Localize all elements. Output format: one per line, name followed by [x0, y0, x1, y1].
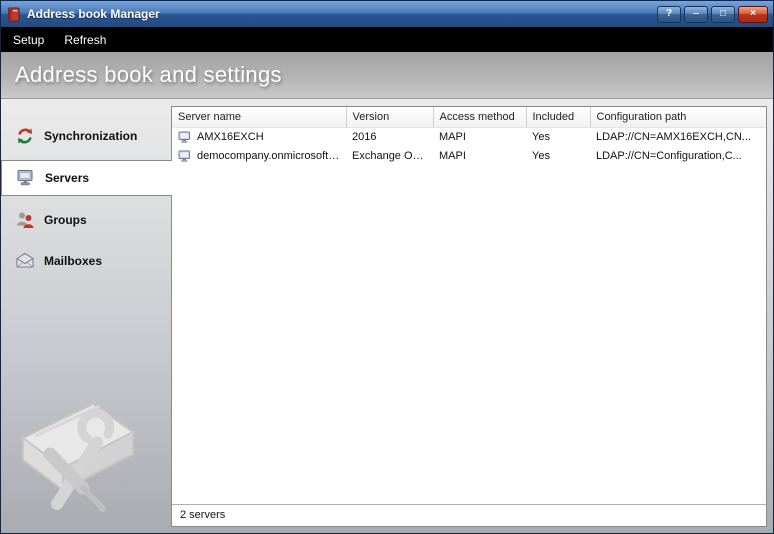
servers-table-wrap: Server name Version Access method Includ…: [172, 107, 766, 504]
content-panel: Server name Version Access method Includ…: [171, 106, 767, 527]
cell-access-method: MAPI: [439, 150, 466, 162]
servers-table: Server name Version Access method Includ…: [172, 107, 766, 166]
cell-included: Yes: [532, 131, 550, 144]
minimize-button[interactable]: –: [684, 5, 708, 23]
table-header-row: Server name Version Access method Includ…: [172, 107, 766, 128]
close-button[interactable]: ×: [738, 5, 768, 23]
sync-icon: [15, 126, 35, 146]
sidebar-item-synchronization[interactable]: Synchronization: [1, 119, 171, 153]
titlebar: Address book Manager ? – □ ×: [1, 1, 773, 27]
column-header-access-method[interactable]: Access method: [433, 107, 527, 128]
menubar: Setup Refresh: [1, 27, 773, 52]
menu-item-refresh[interactable]: Refresh: [54, 27, 116, 52]
window-title: Address book Manager: [27, 7, 160, 21]
sidebar-item-groups[interactable]: Groups: [1, 203, 171, 237]
sidebar-item-label: Synchronization: [44, 129, 138, 143]
sidebar-item-label: Groups: [44, 213, 87, 227]
window-controls: ? – □ ×: [657, 5, 768, 23]
app-book-icon: [6, 7, 21, 22]
cell-access-method: MAPI: [439, 131, 466, 144]
banner: Address book and settings: [1, 52, 773, 99]
maximize-button[interactable]: □: [711, 5, 735, 23]
cell-server-name: AMX16EXCH: [197, 131, 264, 144]
table-row[interactable]: AMX16EXCH 2016 MAPI Yes LDAP://CN=AMX16E…: [172, 128, 766, 147]
status-bar: 2 servers: [172, 504, 766, 526]
menu-item-setup[interactable]: Setup: [3, 27, 54, 52]
server-icon: [178, 150, 192, 163]
toolbox-watermark-icon: [5, 376, 163, 531]
server-icon: [178, 131, 192, 144]
sidebar-item-label: Servers: [45, 171, 90, 185]
main-area: Synchronization Servers Groups Mailboxes…: [1, 99, 773, 533]
sidebar-item-label: Mailboxes: [44, 254, 103, 268]
sidebar-item-mailboxes[interactable]: Mailboxes: [1, 244, 171, 278]
column-header-version[interactable]: Version: [346, 107, 434, 128]
sidebar-item-servers[interactable]: Servers: [1, 160, 172, 196]
groups-icon: [15, 210, 35, 230]
cell-version: Exchange Online: [352, 150, 433, 162]
cell-version: 2016: [352, 131, 377, 144]
cell-configuration-path: LDAP://CN=AMX16EXCH,CN...: [596, 131, 751, 144]
column-header-server-name[interactable]: Server name: [172, 107, 347, 128]
table-row[interactable]: democompany.onmicrosoft.com Exchange Onl…: [172, 147, 766, 166]
mailboxes-icon: [15, 251, 35, 271]
servers-icon: [16, 168, 36, 188]
app-window: Address book Manager ? – □ × Setup Refre…: [0, 0, 774, 534]
cell-server-name: democompany.onmicrosoft.com: [197, 150, 340, 162]
column-header-configuration-path[interactable]: Configuration path: [590, 107, 766, 128]
cell-configuration-path: LDAP://CN=Configuration,C...: [596, 150, 742, 162]
page-title: Address book and settings: [15, 62, 282, 87]
column-header-included[interactable]: Included: [526, 107, 591, 128]
cell-included: Yes: [532, 150, 550, 162]
help-button[interactable]: ?: [657, 5, 681, 23]
sidebar: Synchronization Servers Groups Mailboxes: [1, 99, 172, 533]
